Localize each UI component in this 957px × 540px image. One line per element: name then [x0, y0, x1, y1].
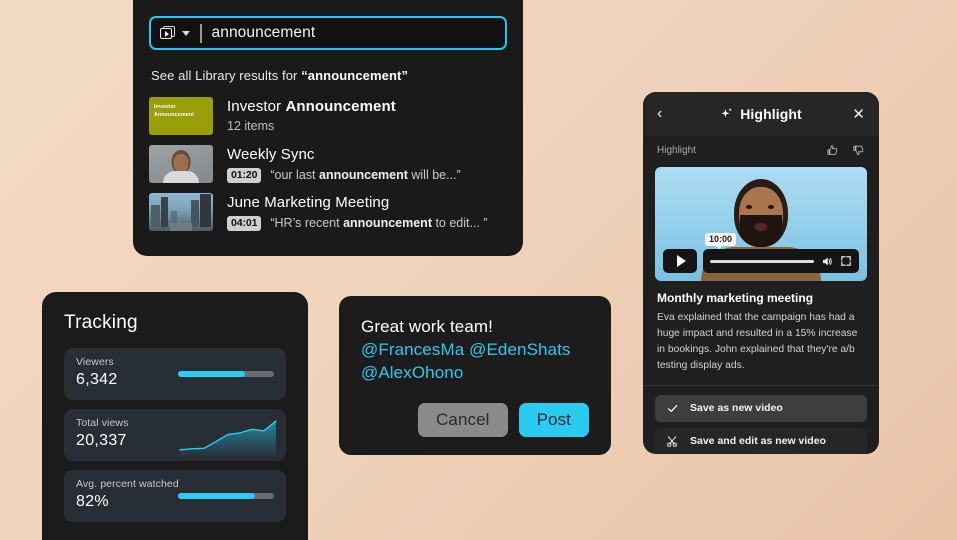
viewers-progress-track: [178, 371, 274, 377]
see-all-results-link[interactable]: See all Library results for “announcemen…: [151, 68, 507, 83]
tracking-panel: Tracking Viewers 6,342 Total views 20,33…: [42, 292, 308, 540]
chevron-down-icon[interactable]: [182, 30, 190, 36]
rating-group: [826, 144, 865, 157]
video-time-label: 10:00: [705, 233, 737, 249]
video-controls: 10:00: [663, 233, 859, 273]
result-quote: “our last announcement will be...”: [270, 168, 460, 182]
city-thumb: [149, 193, 213, 231]
highlight-title-group: Highlight: [643, 106, 879, 122]
volume-icon[interactable]: [820, 255, 834, 268]
fullscreen-icon[interactable]: [840, 255, 852, 267]
media-stack-icon[interactable]: [160, 25, 177, 41]
result-subtitle: 12 items: [227, 119, 275, 133]
quote-bold: announcement: [343, 216, 432, 231]
action-label: Save as new video: [690, 402, 783, 415]
investor-announcement-thumb: Investor Announcement: [149, 97, 213, 135]
result-title-bold: Announcement: [285, 98, 396, 115]
stat-label: Viewers: [76, 356, 114, 368]
search-input[interactable]: announcement: [212, 24, 316, 42]
quote-post: will be...”: [407, 168, 461, 183]
thumb-text-line1: Investor: [154, 104, 176, 110]
viewers-progress-fill: [178, 371, 246, 377]
comment-mentions-line-1[interactable]: @FrancesMa @EdenShats: [361, 339, 589, 361]
result-item-weekly-sync[interactable]: Weekly Sync 01:20 “our last announcement…: [149, 145, 507, 183]
stat-label: Avg. percent watched: [76, 478, 179, 490]
highlight-description: Eva explained that the campaign has had …: [657, 312, 858, 371]
library-search-panel: announcement See all Library results for…: [133, 0, 523, 256]
see-all-query: “announcement”: [301, 68, 409, 83]
highlight-header: ‹ Highlight ✕: [643, 92, 879, 136]
quote-pre: “HR’s recent: [270, 216, 344, 231]
result-meta: Investor Announcement 12 items: [227, 97, 396, 133]
see-all-prefix: See all Library results for: [151, 68, 302, 83]
avg-percent-progress-track: [178, 493, 274, 499]
highlight-sub-label: Highlight: [657, 145, 696, 156]
timestamp-badge: 01:20: [227, 168, 262, 183]
result-meta: Weekly Sync 01:20 “our last announcement…: [227, 145, 461, 183]
stat-card-total-views: Total views 20,337: [64, 409, 286, 461]
result-item-june-marketing-meeting[interactable]: June Marketing Meeting 04:01 “HR’s recen…: [149, 193, 507, 231]
result-title: Weekly Sync: [227, 146, 315, 163]
cancel-button[interactable]: Cancel: [418, 403, 508, 437]
result-meta: June Marketing Meeting 04:01 “HR’s recen…: [227, 193, 488, 231]
tracking-title: Tracking: [64, 312, 138, 333]
highlight-body: Monthly marketing meeting Eva explained …: [643, 281, 879, 374]
comment-text[interactable]: Great work team!: [361, 316, 589, 338]
close-icon[interactable]: ✕: [852, 105, 865, 123]
stat-card-avg-percent-watched: Avg. percent watched 82%: [64, 470, 286, 522]
result-item-investor-announcement[interactable]: Investor Announcement Investor Announcem…: [149, 97, 507, 135]
video-scrubber-bar[interactable]: 10:00: [703, 233, 859, 273]
search-results-list: Investor Announcement Investor Announcem…: [149, 97, 507, 231]
highlight-video-preview[interactable]: 10:00: [655, 167, 867, 281]
result-quote-line: 01:20 “our last announcement will be...”: [227, 168, 461, 183]
search-bar[interactable]: announcement: [149, 16, 507, 50]
text-cursor: [200, 23, 202, 43]
stat-card-viewers: Viewers 6,342: [64, 348, 286, 400]
save-as-new-video-button[interactable]: Save as new video: [655, 394, 867, 422]
result-title-plain: Investor: [227, 98, 286, 115]
total-views-sparkline: [179, 420, 277, 457]
save-and-edit-as-new-video-button[interactable]: Save and edit as new video: [655, 427, 867, 454]
highlight-actions: Save as new video Save and edit as new v…: [643, 384, 879, 454]
thumb-text-line2: Announcement: [154, 111, 195, 118]
action-label: Save and edit as new video: [690, 435, 826, 448]
check-icon: [668, 404, 678, 412]
result-quote: “HR’s recent announcement to edit... ”: [270, 216, 487, 230]
comment-composer-panel: Great work team! @FrancesMa @EdenShats @…: [339, 296, 611, 455]
person-thumb: [149, 145, 213, 183]
quote-pre: “our last: [270, 168, 319, 183]
result-title: June Marketing Meeting: [227, 194, 390, 211]
highlight-subheader: Highlight: [643, 136, 879, 161]
comment-mentions-line-2[interactable]: @AlexOhono: [361, 362, 589, 384]
quote-bold: announcement: [319, 168, 408, 183]
thumbs-down-icon[interactable]: [852, 144, 865, 157]
quote-post: to edit... ”: [431, 216, 488, 231]
result-title: Investor Announcement: [227, 98, 396, 115]
avg-percent-progress-fill: [178, 493, 255, 499]
highlight-panel: ‹ Highlight ✕ Highlight 10:00 Monthly ma…: [643, 92, 879, 454]
highlight-title: Highlight: [740, 106, 802, 122]
post-button[interactable]: Post: [518, 403, 589, 437]
chevron-left-icon[interactable]: ‹: [657, 106, 662, 122]
timestamp-badge: 04:01: [227, 216, 262, 231]
scissors-icon: [667, 435, 677, 447]
comment-button-row: Cancel Post: [418, 403, 589, 437]
result-quote-line: 04:01 “HR’s recent announcement to edit.…: [227, 216, 488, 231]
video-progress-track[interactable]: [710, 259, 814, 263]
thumbs-up-icon[interactable]: [826, 144, 839, 157]
play-icon[interactable]: [663, 249, 697, 273]
sparkle-icon: [721, 108, 733, 118]
highlight-video-title: Monthly marketing meeting: [657, 291, 814, 305]
